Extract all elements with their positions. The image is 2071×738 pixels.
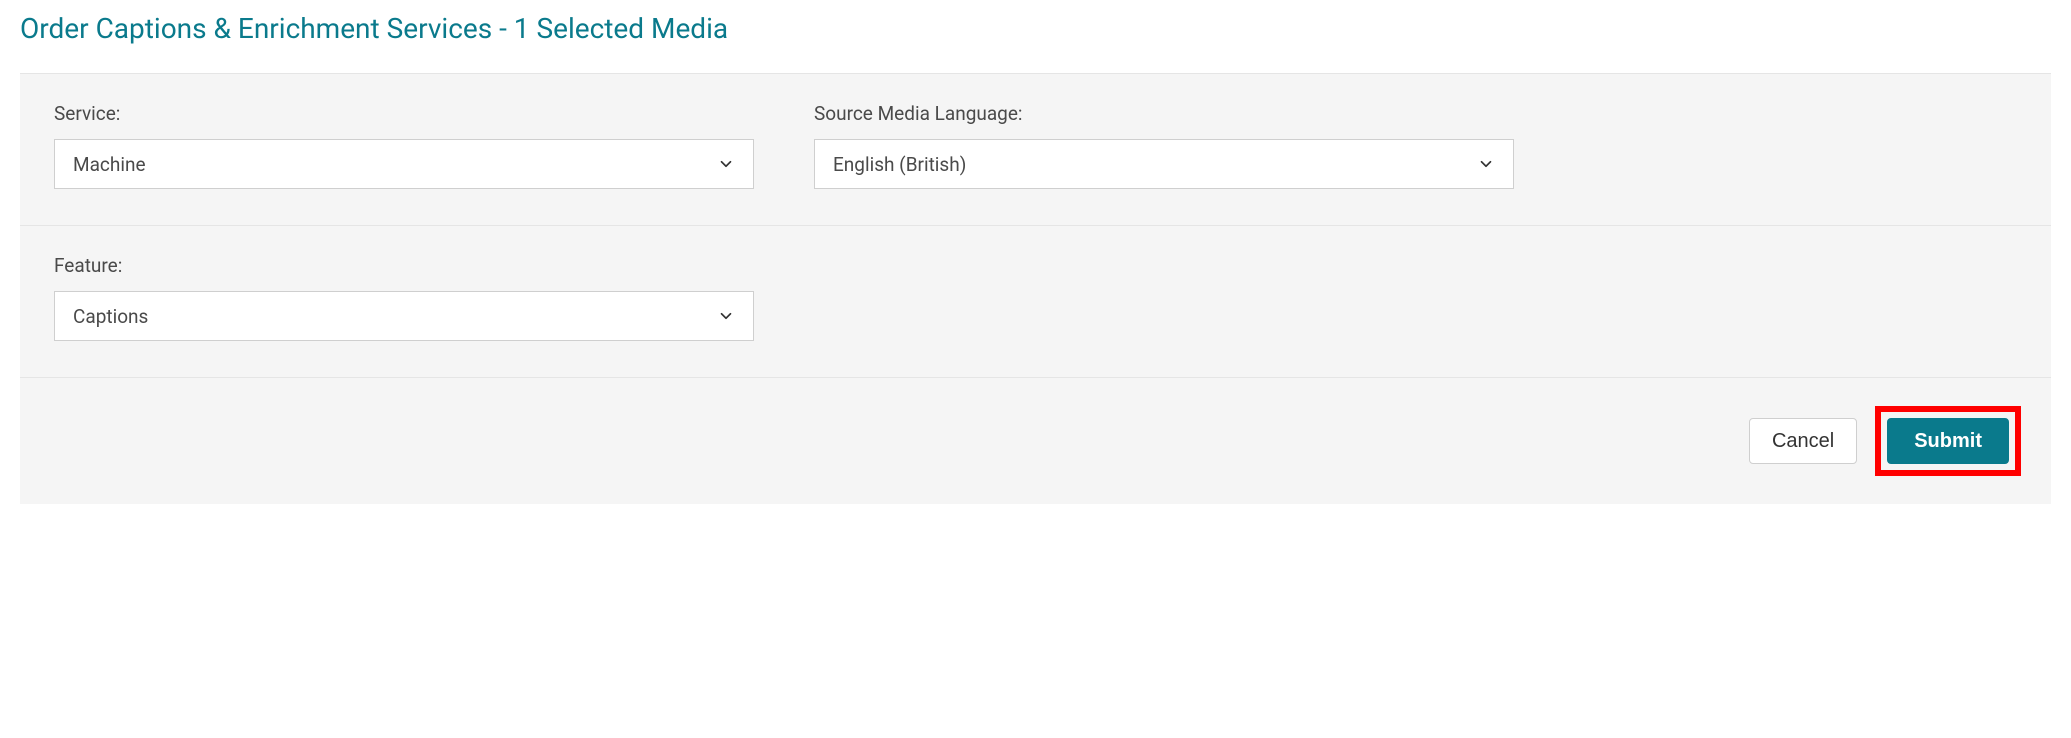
page-title: Order Captions & Enrichment Services - 1… [20,12,2051,45]
submit-highlight: Submit [1875,406,2021,476]
submit-button[interactable]: Submit [1887,418,2009,464]
form-row-1: Service: Machine Source Media Language: … [20,74,2051,225]
spacer [814,254,1514,341]
service-select[interactable]: Machine [54,139,754,189]
feature-label: Feature: [54,254,754,277]
service-group: Service: Machine [54,102,754,189]
form-row-2: Feature: Captions [20,225,2051,377]
feature-select[interactable]: Captions [54,291,754,341]
chevron-down-icon [717,155,735,173]
service-label: Service: [54,102,754,125]
actions-row: Cancel Submit [20,377,2051,504]
source-language-value: English (British) [833,153,1477,176]
source-language-label: Source Media Language: [814,102,1514,125]
feature-value: Captions [73,305,717,328]
source-language-select[interactable]: English (British) [814,139,1514,189]
service-value: Machine [73,153,717,176]
chevron-down-icon [1477,155,1495,173]
cancel-button[interactable]: Cancel [1749,418,1857,464]
chevron-down-icon [717,307,735,325]
source-language-group: Source Media Language: English (British) [814,102,1514,189]
feature-group: Feature: Captions [54,254,754,341]
order-form: Service: Machine Source Media Language: … [20,73,2051,504]
